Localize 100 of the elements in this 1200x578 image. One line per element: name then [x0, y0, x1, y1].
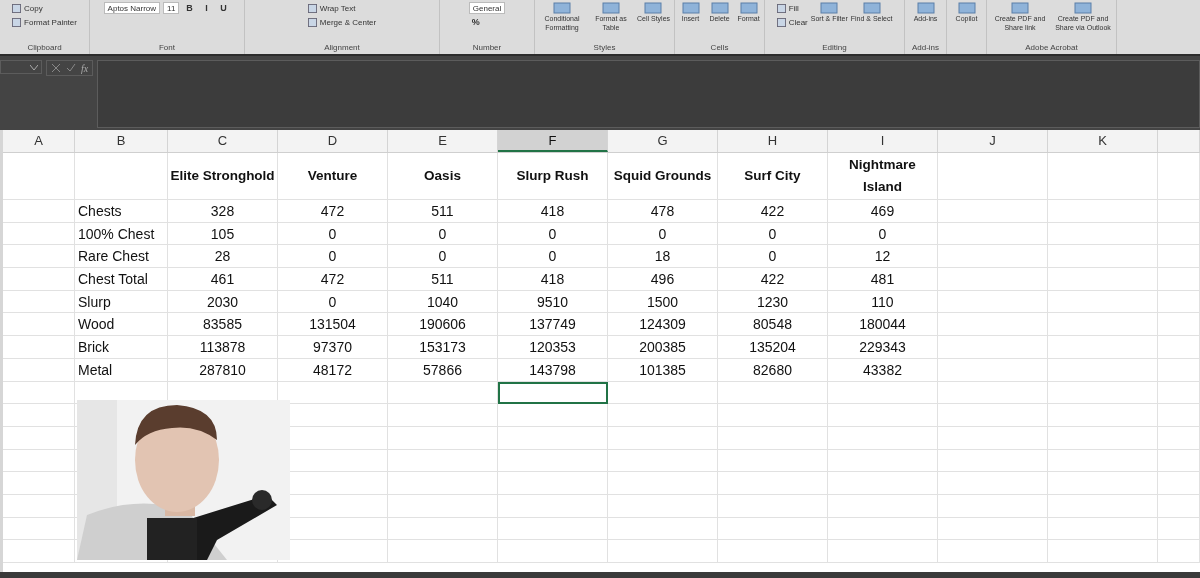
- ribbon-button[interactable]: Clear: [776, 16, 808, 28]
- table-cell: 120353: [498, 336, 608, 359]
- table-cell: 9510: [498, 290, 608, 314]
- table-cell: 143798: [498, 358, 608, 382]
- table-cell: Metal: [75, 358, 168, 382]
- empty-cell: [1158, 222, 1200, 246]
- empty-cell: [1158, 358, 1200, 382]
- column-header[interactable]: G: [608, 130, 718, 152]
- empty-cell: [1158, 517, 1200, 541]
- table-cell: 190606: [388, 313, 498, 337]
- table-cell: Surf City: [718, 153, 828, 200]
- empty-cell: [3, 358, 75, 382]
- name-box[interactable]: [0, 60, 42, 74]
- empty-cell: [3, 153, 75, 200]
- square-icon: [12, 17, 22, 27]
- empty-cell: [1158, 268, 1200, 291]
- empty-cell: [1158, 313, 1200, 337]
- table-cell: 0: [828, 222, 938, 246]
- table-cell: 28: [168, 245, 278, 269]
- table-cell: 0: [498, 245, 608, 269]
- table-cell: 101385: [608, 358, 718, 382]
- empty-cell: [3, 404, 75, 427]
- square-icon: [307, 3, 317, 13]
- table-cell: Slurp Rush: [498, 153, 608, 200]
- table-cell: 124309: [608, 313, 718, 337]
- table-cell: 135204: [718, 336, 828, 359]
- empty-cell: [1158, 245, 1200, 269]
- ribbon-button[interactable]: Format Painter: [12, 16, 77, 28]
- table-cell: 2030: [168, 290, 278, 314]
- ribbon-button[interactable]: Wrap Text: [307, 2, 356, 14]
- font-style-button[interactable]: I: [199, 2, 214, 14]
- table-cell: 472: [278, 268, 388, 291]
- table-cell: Rare Chest: [75, 245, 168, 269]
- empty-cell: [3, 494, 75, 518]
- table-cell: 18: [608, 245, 718, 269]
- empty-cell: [1158, 449, 1200, 473]
- column-header[interactable]: D: [278, 130, 388, 152]
- table-cell: Venture: [278, 153, 388, 200]
- group-label: Cells: [709, 42, 730, 53]
- square-icon: [12, 3, 22, 13]
- dropdown-field[interactable]: General: [468, 2, 506, 14]
- column-header[interactable]: F: [498, 130, 608, 152]
- table-cell: 1040: [388, 290, 498, 314]
- table-cell: 0: [278, 245, 388, 269]
- table-cell: Squid Grounds: [608, 153, 718, 200]
- square-icon: [916, 2, 935, 14]
- square-icon: [1074, 2, 1092, 14]
- column-header[interactable]: H: [718, 130, 828, 152]
- table-cell: 137749: [498, 313, 608, 337]
- font-style-button[interactable]: U: [216, 2, 231, 14]
- empty-cell: [1158, 381, 1200, 405]
- table-cell: 82680: [718, 358, 828, 382]
- dropdown-field[interactable]: 11: [163, 2, 180, 14]
- column-header[interactable]: B: [75, 130, 168, 152]
- column-header[interactable]: I: [828, 130, 938, 152]
- empty-cell: [3, 268, 75, 291]
- table-cell: 511: [388, 200, 498, 223]
- ribbon-button[interactable]: Copy: [12, 2, 43, 14]
- empty-cell: [1158, 472, 1200, 495]
- square-icon: [552, 2, 571, 14]
- column-header[interactable]: K: [1048, 130, 1158, 152]
- table-cell: Elite Stronghold: [168, 153, 278, 200]
- square-icon: [681, 2, 700, 14]
- table-cell: Wood: [75, 313, 168, 337]
- square-icon: [820, 2, 839, 14]
- empty-cell: [3, 222, 75, 246]
- font-style-button[interactable]: B: [182, 2, 197, 14]
- table-cell: 287810: [168, 358, 278, 382]
- table-cell: 461: [168, 268, 278, 291]
- dropdown-field[interactable]: Aptos Narrow: [103, 2, 161, 14]
- cancel-icon[interactable]: [51, 63, 61, 73]
- group-label: Add-ins: [910, 42, 941, 53]
- table-cell: 12: [828, 245, 938, 269]
- table-cell: 100% Chest: [75, 222, 168, 246]
- table-cell: 57866: [388, 358, 498, 382]
- column-header[interactable]: J: [938, 130, 1048, 152]
- square-icon: [862, 2, 881, 14]
- column-header[interactable]: A: [3, 130, 75, 152]
- empty-cell: [3, 200, 75, 223]
- empty-cell: [3, 517, 75, 541]
- table-cell: 0: [608, 222, 718, 246]
- active-cell[interactable]: [498, 381, 608, 405]
- table-cell: 0: [388, 245, 498, 269]
- square-icon: [957, 2, 976, 14]
- group-label: Styles: [592, 42, 617, 53]
- empty-cell: [3, 449, 75, 473]
- square-icon: [601, 2, 620, 14]
- group-label: Font: [158, 42, 176, 53]
- ribbon-button[interactable]: Fill: [776, 2, 799, 14]
- empty-cell: [3, 472, 75, 495]
- table-cell: 1500: [608, 290, 718, 314]
- number-style-button[interactable]: %: [468, 16, 483, 28]
- ribbon-button[interactable]: Merge & Center: [307, 16, 377, 28]
- formula-input[interactable]: [97, 60, 1200, 128]
- column-header[interactable]: C: [168, 130, 278, 152]
- table-cell: 1230: [718, 290, 828, 314]
- check-icon[interactable]: [66, 63, 76, 73]
- table-cell: 43382: [828, 358, 938, 382]
- insert-function-button[interactable]: fx: [81, 62, 89, 74]
- group-label: Editing: [821, 42, 848, 53]
